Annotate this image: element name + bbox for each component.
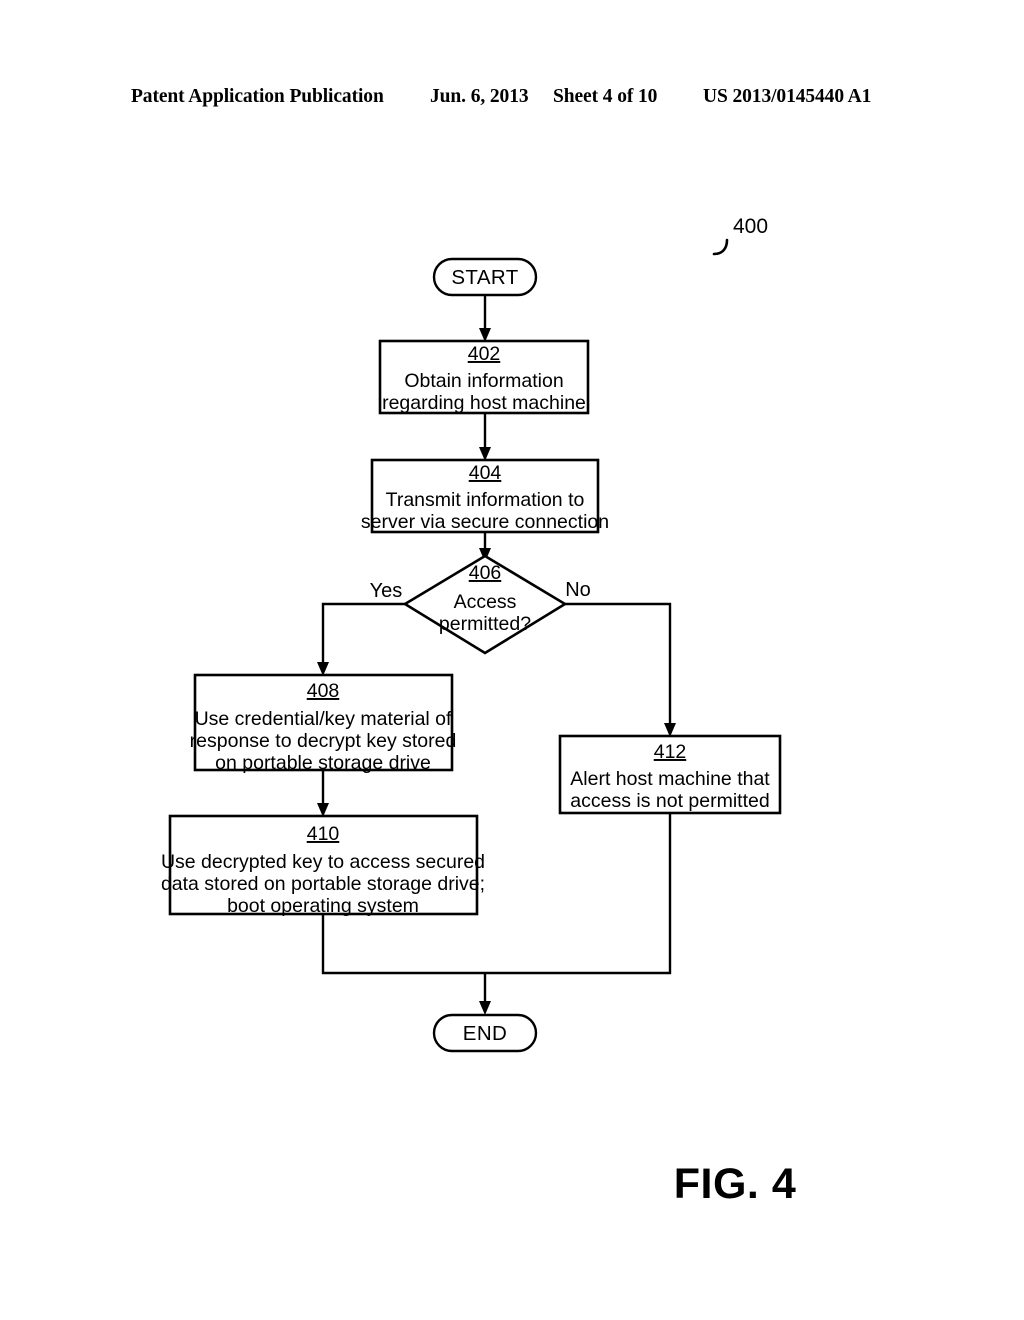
arrowhead-merge-to-end	[479, 1001, 491, 1015]
process-408-reference: 408	[307, 680, 340, 702]
process-410-line-1: Use decrypted key to access secured	[161, 851, 485, 873]
process-412-reference: 412	[654, 741, 687, 763]
process-408-line-2: response to decrypt key stored	[190, 730, 457, 752]
connector-yes-to-408	[321, 602, 405, 665]
connector-no-to-412	[565, 602, 672, 726]
process-402-reference: 402	[468, 343, 501, 365]
process-408-line-1: Use credential/key material of	[195, 708, 452, 730]
process-402-line-2: regarding host machine	[382, 392, 586, 414]
process-410-line-2: data stored on portable storage drive;	[161, 873, 485, 895]
process-412-line-1: Alert host machine that	[570, 768, 770, 790]
start-terminal-label: START	[451, 266, 518, 289]
process-404-reference: 404	[469, 462, 502, 484]
figure-caption: FIG. 4	[674, 1160, 796, 1208]
process-404-line-2: server via secure connection	[361, 511, 609, 533]
process-410-line-3: boot operating system	[227, 895, 419, 917]
decision-406-reference: 406	[469, 562, 502, 584]
process-412-line-2: access is not permitted	[570, 790, 769, 812]
process-402-line-1: Obtain information	[404, 370, 563, 392]
decision-406-line-2: permitted?	[439, 613, 531, 635]
branch-label-yes: Yes	[370, 580, 403, 602]
end-terminal-label: END	[463, 1022, 507, 1045]
figure-flowchart-400: 400 START 402 Obtain information regardi…	[0, 0, 1024, 1320]
process-410-reference: 410	[307, 823, 340, 845]
process-404-line-1: Transmit information to	[386, 489, 585, 511]
branch-label-no: No	[565, 579, 591, 601]
decision-406-line-1: Access	[454, 591, 517, 613]
figure-reference-numeral: 400	[733, 215, 768, 238]
figure-reference-leader-line	[712, 238, 729, 256]
